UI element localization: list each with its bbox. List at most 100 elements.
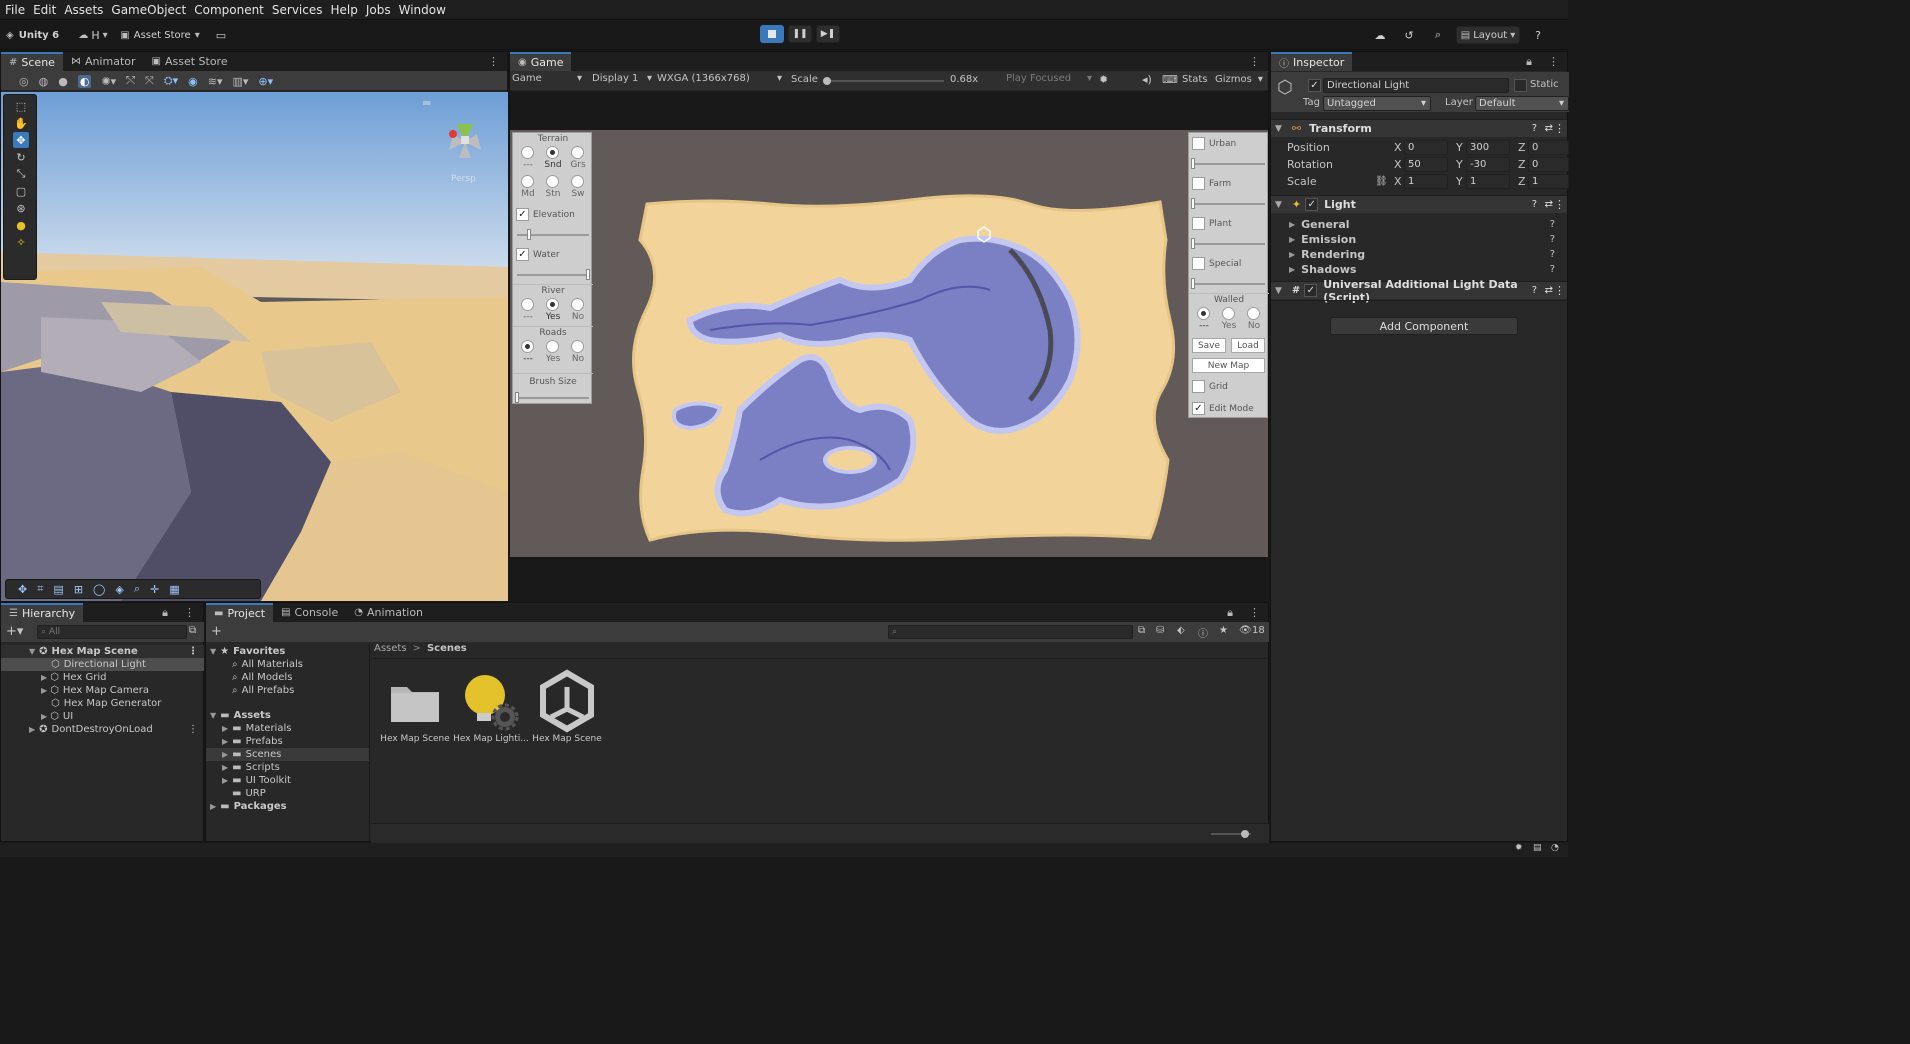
- star-icon[interactable]: ★: [1219, 625, 1228, 636]
- component-menu-icon[interactable]: ⋮: [1554, 122, 1565, 135]
- brush-size-slider[interactable]: [517, 397, 589, 399]
- layers-icon[interactable]: ≋▾: [208, 75, 223, 88]
- light-section-rendering[interactable]: ▶ Rendering?: [1271, 246, 1567, 262]
- preset-icon[interactable]: ⇄: [1545, 199, 1553, 210]
- position-x-field[interactable]: 0: [1404, 140, 1448, 155]
- special-slider[interactable]: [1193, 283, 1265, 285]
- icon-size-slider[interactable]: [1211, 830, 1251, 838]
- rotate-tool-icon[interactable]: ↻: [13, 149, 29, 165]
- help-icon[interactable]: ?: [1532, 285, 1537, 296]
- light-probe-icon[interactable]: ✧: [13, 234, 29, 250]
- help-icon[interactable]: ?: [1530, 26, 1546, 44]
- panel-menu-icon[interactable]: ⋮: [1241, 52, 1268, 71]
- scale-x-field[interactable]: 1: [1404, 174, 1448, 189]
- position-y-field[interactable]: 300: [1466, 140, 1510, 155]
- help-icon[interactable]: ?: [1550, 219, 1555, 230]
- folder-scripts[interactable]: ▶ ▬ Scripts: [206, 761, 369, 774]
- assets-folder[interactable]: ▼ ▬ Assets: [206, 709, 369, 722]
- progress-icon[interactable]: ◔: [1551, 843, 1559, 853]
- shaded-icon[interactable]: ◍: [39, 75, 49, 88]
- lighting-icon[interactable]: ✺▾: [101, 75, 116, 88]
- draw-mode-icon[interactable]: ◎: [19, 75, 29, 88]
- grid-checkbox[interactable]: [1192, 380, 1205, 393]
- transform-tool-icon[interactable]: ⊛: [13, 200, 29, 216]
- add-component-button[interactable]: Add Component: [1330, 317, 1518, 335]
- help-icon[interactable]: ?: [1550, 234, 1555, 245]
- gizmo-icon[interactable]: ⊕▾: [258, 75, 273, 88]
- pivot-icon[interactable]: ✛: [150, 583, 159, 596]
- eye-icon[interactable]: 👁︎: [1239, 625, 1252, 636]
- panel-menu-icon[interactable]: ⋮: [176, 603, 203, 622]
- elevation-slider-knob[interactable]: [527, 229, 531, 240]
- info-icon[interactable]: ⓘ: [1198, 625, 1208, 640]
- terrain-radio-snow[interactable]: [571, 175, 584, 188]
- item-menu-icon[interactable]: ⋮: [188, 724, 198, 735]
- walled-radio-no[interactable]: [1247, 307, 1260, 320]
- link-icon[interactable]: ⛓: [1375, 176, 1388, 187]
- favorite-all-models[interactable]: ⌕ All Models: [206, 671, 369, 684]
- lock-icon[interactable]: 🔒︎: [154, 603, 176, 622]
- light-header[interactable]: ▼ ✦ ✓ Light ? ⇄ ⋮: [1271, 195, 1567, 213]
- grid-icon[interactable]: ⊞: [74, 583, 83, 596]
- breadcrumb-assets[interactable]: Assets: [374, 643, 407, 658]
- load-button[interactable]: Load: [1231, 338, 1265, 353]
- folder-materials[interactable]: ▶ ▬ Materials: [206, 722, 369, 735]
- rotation-y-field[interactable]: -30: [1466, 157, 1510, 172]
- search-icon[interactable]: ⌕: [1430, 26, 1446, 44]
- menu-component[interactable]: Component: [194, 3, 264, 17]
- urban-slider[interactable]: [1193, 163, 1265, 165]
- stats-button[interactable]: Stats: [1182, 74, 1208, 85]
- help-icon[interactable]: ?: [1532, 123, 1537, 134]
- help-icon[interactable]: ?: [1550, 264, 1555, 275]
- tab-inspector[interactable]: ⓘ Inspector: [1271, 52, 1353, 71]
- walled-radio-yes[interactable]: [1222, 307, 1235, 320]
- scene-visibility-icon[interactable]: ⧉: [189, 625, 196, 636]
- play-button[interactable]: [760, 25, 784, 43]
- pause-button[interactable]: ❚❚: [788, 25, 812, 43]
- favorites-header[interactable]: ▼ ★ Favorites: [206, 645, 369, 658]
- plant-slider-knob[interactable]: [1191, 238, 1195, 249]
- tab-animation[interactable]: ◔ Animation: [346, 603, 431, 622]
- water-slider-knob[interactable]: [586, 269, 590, 280]
- favorite-all-prefabs[interactable]: ⌕ All Prefabs: [206, 684, 369, 697]
- hierarchy-item-hex-map-generator[interactable]: ⬡ Hex Map Generator: [1, 697, 204, 710]
- gizmos-dropdown[interactable]: Gizmos ▾: [1215, 74, 1263, 85]
- help-icon[interactable]: ?: [1550, 249, 1555, 260]
- water-slider[interactable]: [517, 274, 589, 276]
- rotation-z-field[interactable]: 0: [1528, 157, 1569, 172]
- add-icon[interactable]: +: [211, 624, 222, 639]
- light-section-general[interactable]: ▶ General?: [1271, 216, 1567, 232]
- light-section-shadows[interactable]: ▶ Shadows?: [1271, 261, 1567, 277]
- cloud-icon[interactable]: ☁: [1372, 26, 1388, 44]
- rect-tool-icon[interactable]: ▢: [13, 183, 29, 199]
- history-icon[interactable]: ↺: [1401, 26, 1417, 44]
- special-checkbox[interactable]: [1192, 257, 1205, 270]
- terrain-radio-none[interactable]: [521, 146, 534, 159]
- position-z-field[interactable]: 0: [1528, 140, 1569, 155]
- plant-slider[interactable]: [1193, 243, 1265, 245]
- new-map-button[interactable]: New Map: [1192, 358, 1265, 373]
- light-tool-icon[interactable]: ●: [13, 217, 29, 233]
- farm-checkbox[interactable]: [1192, 177, 1205, 190]
- game-view[interactable]: [510, 130, 1268, 557]
- tab-scene[interactable]: # Scene: [1, 52, 63, 71]
- scale-y-field[interactable]: 1: [1466, 174, 1510, 189]
- help-icon[interactable]: ?: [1532, 199, 1537, 210]
- light-section-emission[interactable]: ▶ Emission?: [1271, 231, 1567, 247]
- debug-icon[interactable]: ✹: [1515, 843, 1523, 853]
- visibility-icon[interactable]: ◉: [188, 75, 198, 88]
- move-icon[interactable]: ✥: [18, 583, 27, 596]
- preset-icon[interactable]: ⇄: [1545, 123, 1553, 134]
- breadcrumb-scenes[interactable]: Scenes: [427, 643, 467, 658]
- terrain-radio-stone[interactable]: [546, 175, 559, 188]
- align-icon[interactable]: ▤: [53, 583, 63, 596]
- label-icon[interactable]: ⬖: [1177, 625, 1185, 636]
- urp-light-header[interactable]: ▼ # ✓ Universal Additional Light Data (S…: [1271, 278, 1567, 304]
- search-icon[interactable]: ⌕: [134, 582, 140, 596]
- urp-enabled-checkbox[interactable]: ✓: [1304, 284, 1318, 297]
- panel-menu-icon[interactable]: ⋮: [480, 52, 507, 71]
- urban-checkbox[interactable]: [1192, 137, 1205, 150]
- river-radio-no[interactable]: [571, 298, 584, 311]
- account-button[interactable]: ◈ Unity 6: [6, 26, 66, 44]
- hierarchy-item-hex-grid[interactable]: ▶ ⬡ Hex Grid: [1, 671, 204, 684]
